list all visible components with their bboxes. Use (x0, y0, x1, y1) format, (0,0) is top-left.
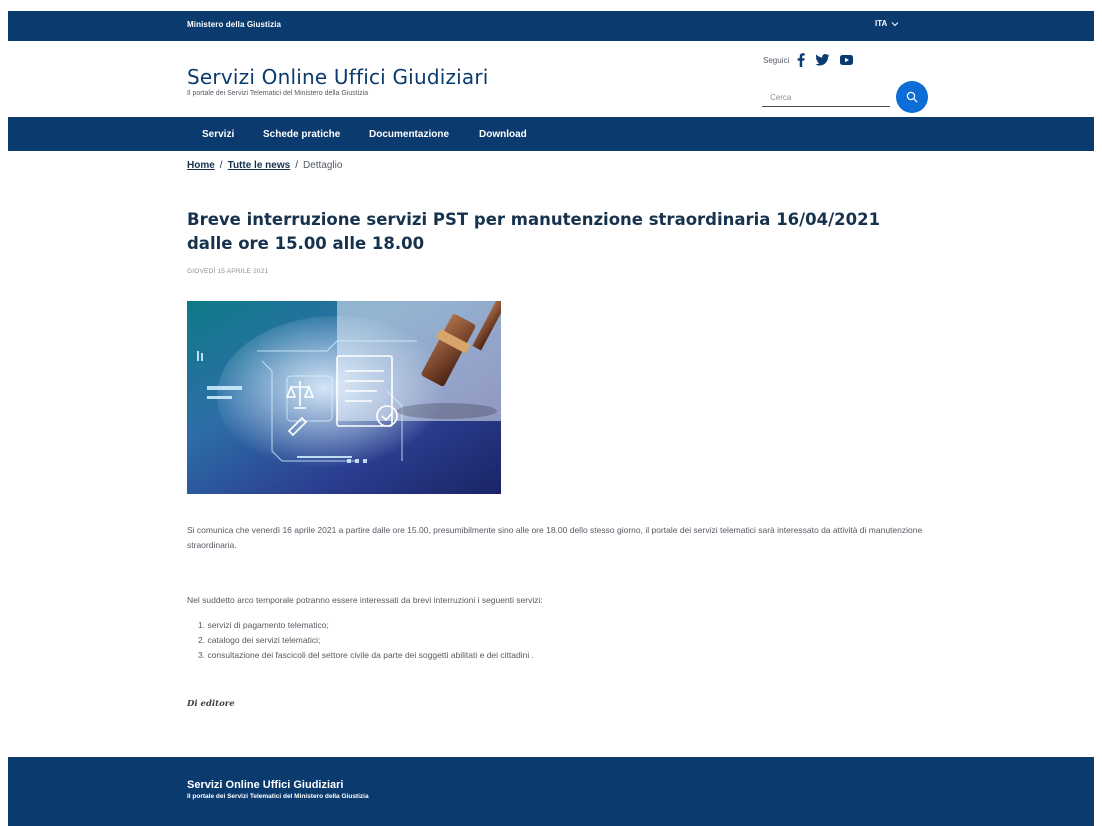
search-button[interactable] (896, 81, 928, 113)
site-subtitle: Il portale dei Servizi Telematici del Mi… (187, 90, 369, 97)
breadcrumb: Home / Tutte le news / Dettaglio (187, 160, 342, 171)
footer-title: Servizi Online Uffici Giudiziari (187, 779, 344, 791)
language-selector[interactable]: ITA (875, 19, 899, 28)
twitter-icon[interactable] (815, 54, 830, 66)
article-paragraph: Si comunica che venerdì 16 aprile 2021 a… (187, 525, 923, 550)
article-title: Breve interruzione servizi PST per manut… (187, 210, 881, 253)
nav-item-schede-pratiche[interactable]: Schede pratiche (263, 129, 340, 140)
search-field (762, 87, 890, 107)
list-item: 1. servizi di pagamento telematico; (198, 620, 329, 630)
breadcrumb-home[interactable]: Home (187, 160, 215, 171)
nav-item-documentazione[interactable]: Documentazione (369, 129, 449, 140)
site-footer: Servizi Online Uffici Giudiziari Il port… (8, 757, 1094, 826)
breadcrumb-current: Dettaglio (302, 160, 343, 171)
facebook-icon[interactable] (797, 53, 805, 67)
ministry-link[interactable]: Ministero della Giustizia (187, 20, 281, 29)
article-date: GIOVEDÌ 15 APRILE 2021 (187, 268, 269, 275)
follow-label: Seguici (763, 55, 790, 65)
main-nav: Servizi Schede pratiche Documentazione D… (8, 117, 1094, 151)
nav-item-servizi[interactable]: Servizi (202, 129, 234, 140)
language-label: ITA (875, 19, 888, 28)
breadcrumb-separator: / (219, 160, 223, 171)
list-item: 3. consultazione dei fascicoli del setto… (198, 650, 534, 660)
search-input[interactable] (762, 88, 890, 107)
youtube-icon[interactable] (840, 55, 854, 65)
services-list: 1. servizi di pagamento telematico; 2. c… (198, 618, 534, 663)
nav-item-download[interactable]: Download (479, 129, 527, 140)
site-title[interactable]: Servizi Online Uffici Giudiziari (187, 65, 489, 89)
list-item: 2. catalogo dei servizi telematici; (198, 635, 321, 645)
article-author: Di editore (187, 699, 235, 709)
search-icon (906, 91, 918, 103)
article-image (187, 301, 501, 494)
top-bar: Ministero della Giustizia ITA (8, 11, 1094, 41)
site-header: Servizi Online Uffici Giudiziari Il port… (8, 41, 1094, 117)
breadcrumb-separator: / (295, 160, 298, 171)
social-follow: Seguici (763, 53, 854, 67)
breadcrumb-news[interactable]: Tutte le news (228, 160, 291, 171)
article-paragraph: Nel suddetto arco temporale potranno ess… (187, 595, 543, 605)
footer-subtitle: Il portale dei Servizi Telematici del Mi… (187, 793, 369, 800)
chevron-down-icon (891, 21, 899, 26)
